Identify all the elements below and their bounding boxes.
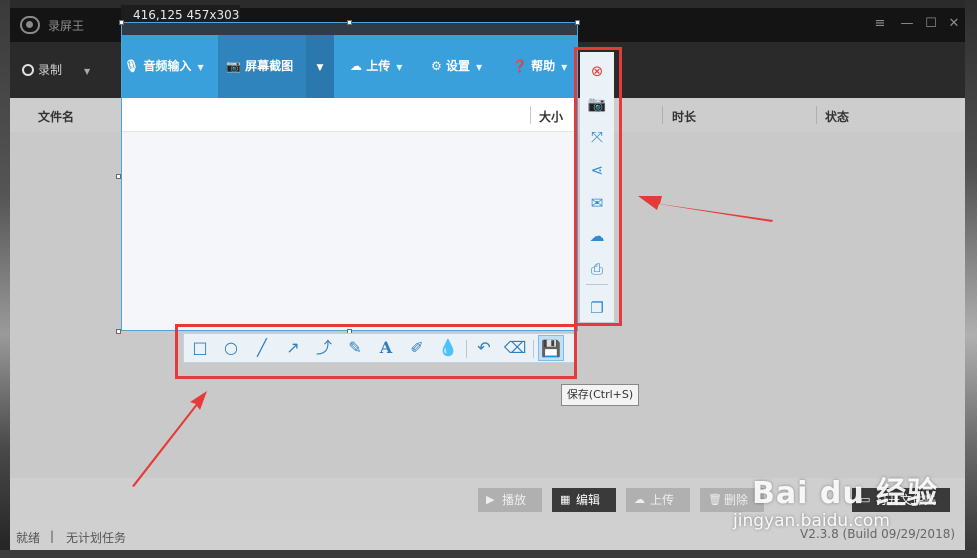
watermark-url: jingyan.baidu.com: [733, 511, 890, 531]
arrow-pointing-side-toolbar: [638, 196, 773, 222]
baidu-jingyan-watermark: Bai du 经验: [752, 476, 939, 511]
arrow-pointing-draw-toolbar: [132, 391, 207, 487]
